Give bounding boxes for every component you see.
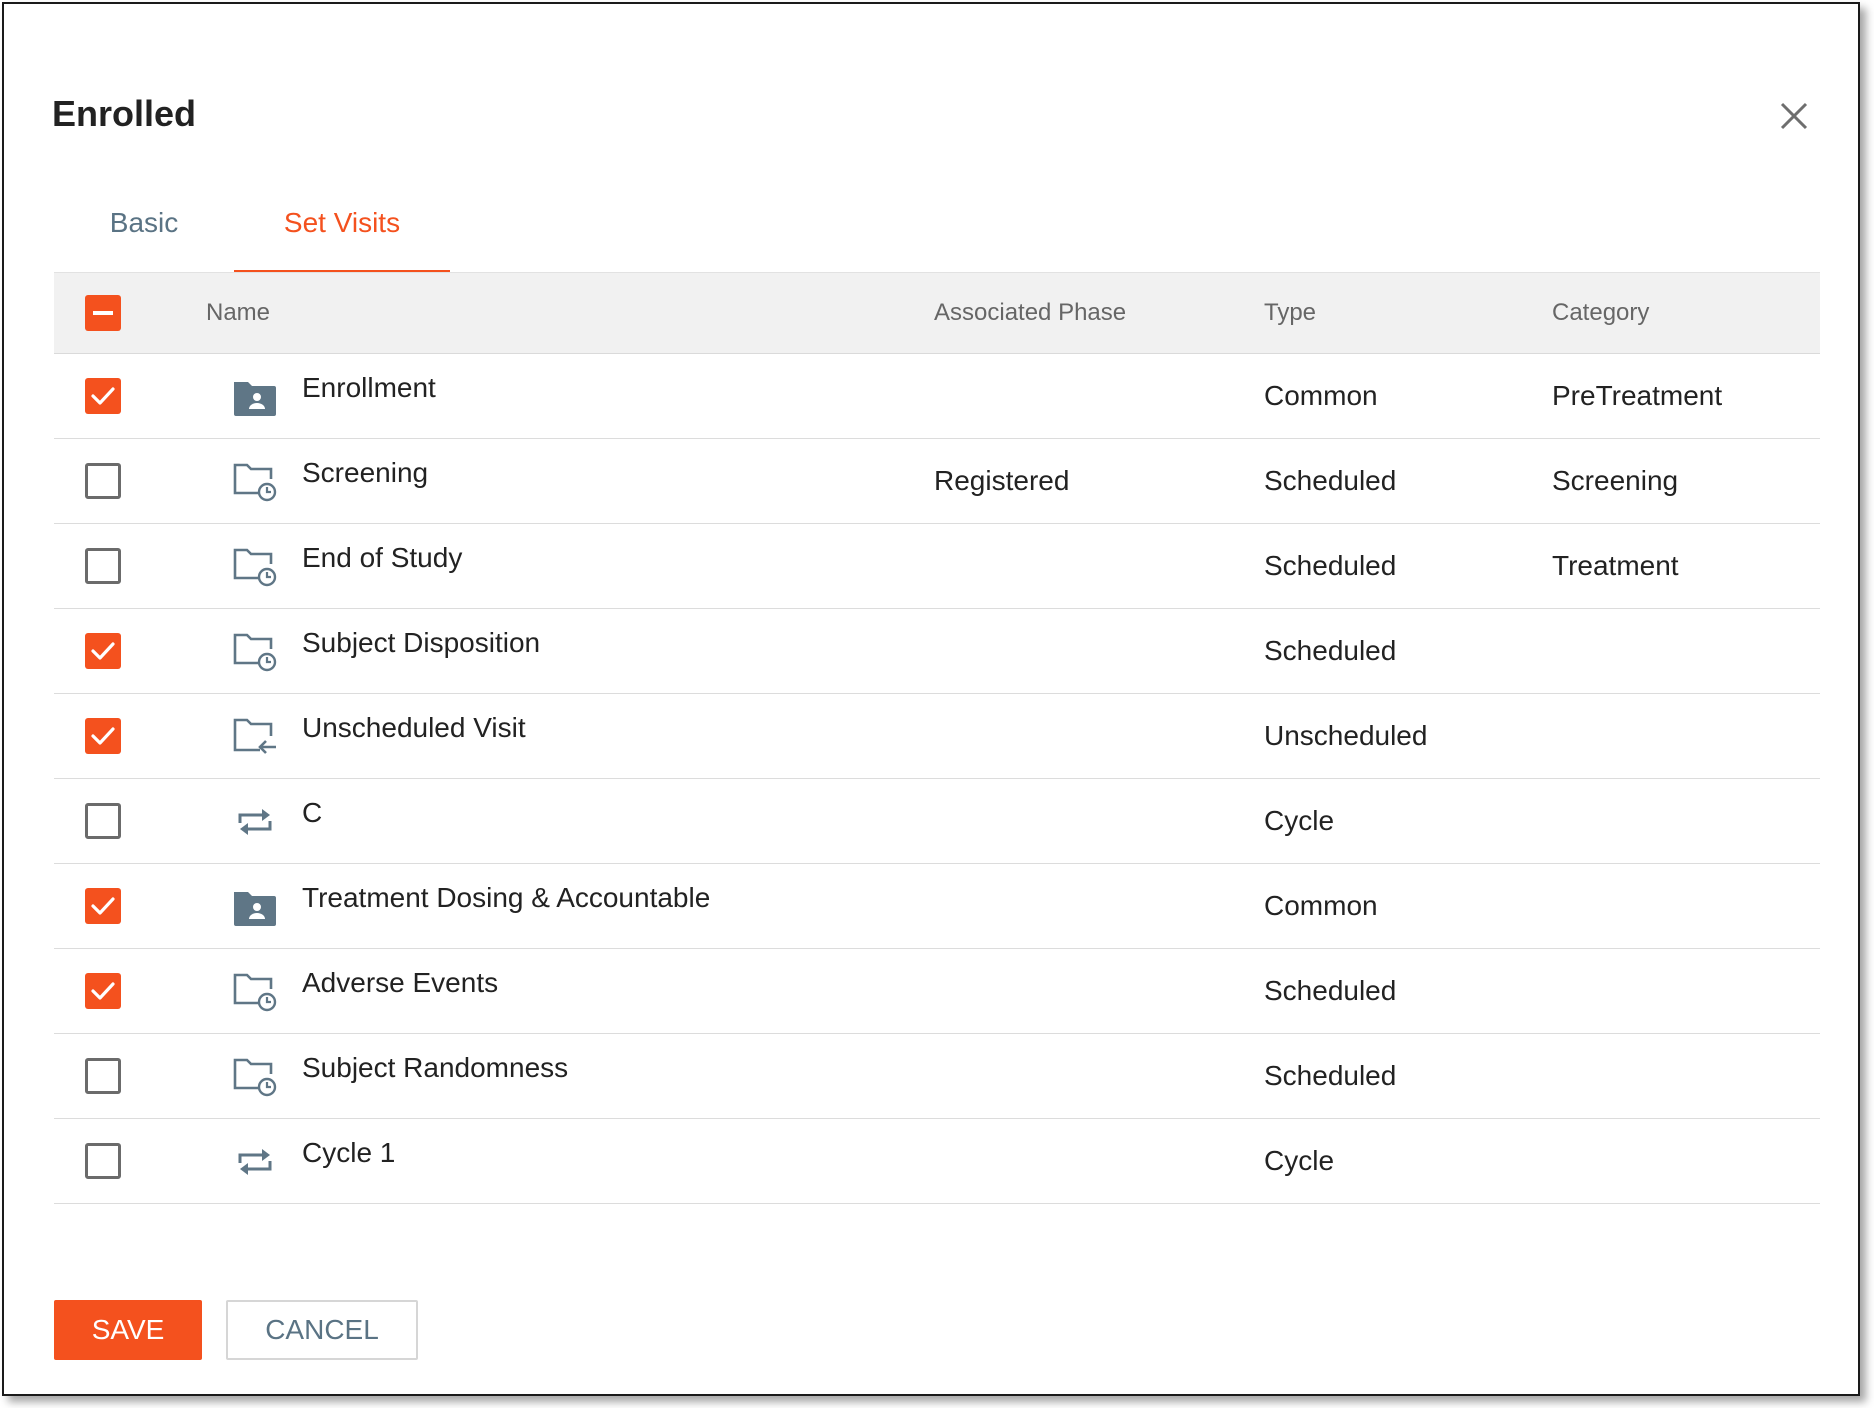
tab-basic[interactable]: Basic <box>54 192 234 270</box>
visit-type: Cycle <box>1264 1145 1335 1176</box>
row-checkbox[interactable] <box>85 1058 121 1094</box>
visit-name: Unscheduled Visit <box>302 712 526 743</box>
visit-name: Subject Randomness <box>302 1052 569 1083</box>
folder-arrow-icon <box>232 716 278 758</box>
repeat-icon <box>232 1141 278 1183</box>
check-icon <box>91 387 115 405</box>
visit-type: Scheduled <box>1264 1060 1397 1091</box>
select-all-checkbox[interactable] <box>85 295 121 331</box>
cancel-button[interactable]: CANCEL <box>226 1300 418 1360</box>
visit-type: Common <box>1264 890 1378 921</box>
visit-name: Adverse Events <box>302 967 499 998</box>
table-header: Name Associated Phase Type Category <box>54 272 1820 354</box>
visit-phase: Registered <box>934 465 1070 496</box>
table-row[interactable]: Treatment Dosing & Accountable Common <box>54 864 1820 949</box>
close-icon[interactable] <box>1776 98 1812 134</box>
visit-name: Screening <box>302 457 429 488</box>
visit-name: C <box>302 797 323 828</box>
visit-name: End of Study <box>302 542 463 573</box>
check-icon <box>91 897 115 915</box>
repeat-icon <box>232 801 278 843</box>
visit-type: Scheduled <box>1264 635 1397 666</box>
table-row[interactable]: Enrollment Common PreTreatment <box>54 354 1820 439</box>
table-row[interactable]: Cycle 1 Cycle <box>54 1119 1820 1204</box>
visit-name: Cycle 1 <box>302 1137 396 1168</box>
column-header-phase: Associated Phase <box>934 299 1127 326</box>
visit-name: Subject Disposition <box>302 627 541 658</box>
folder-clock-icon <box>232 1056 278 1098</box>
visit-type: Common <box>1264 380 1378 411</box>
column-header-name: Name <box>206 299 271 326</box>
column-header-category: Category <box>1552 299 1650 326</box>
table-row[interactable]: C Cycle <box>54 779 1820 864</box>
table-body: Enrollment Common PreTreatment Screening Reg… <box>54 354 1820 1204</box>
folder-clock-icon <box>232 461 278 503</box>
table-row[interactable]: Adverse Events Scheduled <box>54 949 1820 1034</box>
minus-icon <box>93 311 113 315</box>
visit-category: Treatment <box>1552 550 1679 581</box>
table-row[interactable]: End of Study Scheduled Treatment <box>54 524 1820 609</box>
dialog-title: Enrolled <box>52 93 197 134</box>
enrolled-dialog: Enrolled Basic Set Visits Name Associate… <box>2 2 1860 1396</box>
check-icon <box>91 642 115 660</box>
folder-person-icon <box>232 886 278 928</box>
visit-category: Screening <box>1552 465 1679 496</box>
folder-clock-icon <box>232 971 278 1013</box>
visits-table: Name Associated Phase Type Category Enro… <box>54 272 1820 1204</box>
row-checkbox[interactable] <box>85 803 121 839</box>
visit-category: PreTreatment <box>1552 380 1723 411</box>
table-row[interactable]: Screening Registered Scheduled Screening <box>54 439 1820 524</box>
row-checkbox[interactable] <box>85 463 121 499</box>
table-row[interactable]: Unscheduled Visit Unscheduled <box>54 694 1820 779</box>
table-row[interactable]: Subject Disposition Scheduled <box>54 609 1820 694</box>
tab-set-visits[interactable]: Set Visits <box>234 192 450 274</box>
visit-type: Cycle <box>1264 805 1335 836</box>
visit-name: Treatment Dosing & Accountable <box>302 882 711 913</box>
row-checkbox[interactable] <box>85 1143 121 1179</box>
column-header-type: Type <box>1264 299 1317 326</box>
folder-clock-icon <box>232 546 278 588</box>
visit-type: Scheduled <box>1264 975 1397 1006</box>
save-button[interactable]: SAVE <box>54 1300 202 1360</box>
folder-person-icon <box>232 376 278 418</box>
row-checkbox[interactable] <box>85 718 121 754</box>
row-checkbox[interactable] <box>85 633 121 669</box>
row-checkbox[interactable] <box>85 548 121 584</box>
row-checkbox[interactable] <box>85 973 121 1009</box>
visit-name: Enrollment <box>302 372 436 403</box>
check-icon <box>91 982 115 1000</box>
row-checkbox[interactable] <box>85 888 121 924</box>
folder-clock-icon <box>232 631 278 673</box>
visit-type: Scheduled <box>1264 465 1397 496</box>
check-icon <box>91 727 115 745</box>
visit-type: Unscheduled <box>1264 720 1428 751</box>
table-row[interactable]: Subject Randomness Scheduled <box>54 1034 1820 1119</box>
row-checkbox[interactable] <box>85 378 121 414</box>
visit-type: Scheduled <box>1264 550 1397 581</box>
tab-bar: Basic Set Visits <box>54 192 1820 274</box>
